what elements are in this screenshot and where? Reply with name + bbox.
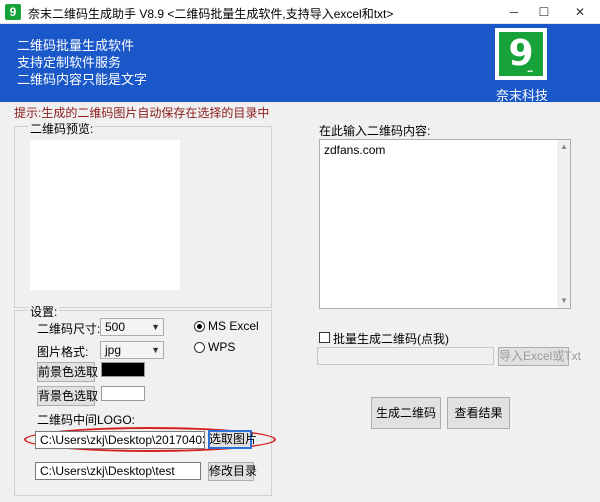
view-results-button[interactable]: 查看结果	[447, 397, 510, 429]
brand-logo-dots: ...	[527, 64, 533, 75]
content-value: zdfans.com	[324, 143, 386, 157]
import-excel-txt-button[interactable]: 导入Excel或Txt	[498, 347, 581, 366]
save-tip: 提示:生成的二维码图片自动保存在选择的目录中	[14, 106, 270, 120]
settings-legend: 设置:	[28, 303, 60, 320]
output-path-input[interactable]: C:\Users\zkj\Desktop\test	[35, 462, 201, 480]
background-color-swatch	[101, 386, 145, 401]
batch-generate-checkbox[interactable]	[319, 332, 330, 343]
radio-wps-label: WPS	[208, 340, 236, 354]
qr-size-value: 500	[105, 320, 126, 334]
preview-label: 二维码预览:	[28, 120, 96, 137]
scroll-up-icon[interactable]: ▲	[558, 141, 570, 153]
image-format-select[interactable]: jpg ▼	[100, 341, 164, 359]
banner-line-3: 二维码内容只能是文字	[17, 72, 148, 87]
generate-qr-button[interactable]: 生成二维码	[371, 397, 441, 429]
app-icon: 9	[5, 4, 21, 20]
radio-ms-excel-label: MS Excel	[208, 319, 259, 333]
content-label: 在此输入二维码内容:	[319, 124, 431, 138]
window-title: 奈末二维码生成助手 V8.9 <二维码批量生成软件,支持导入excel和txt>	[28, 7, 394, 21]
logo-path-input[interactable]: C:\Users\zkj\Desktop\2017040310261	[35, 431, 205, 449]
qr-size-select[interactable]: 500 ▼	[100, 318, 164, 336]
brand-logo-mark: 9	[499, 32, 543, 76]
import-path-input	[317, 347, 494, 365]
content-scrollbar[interactable]	[557, 140, 570, 308]
foreground-color-button[interactable]: 前景色选取	[37, 362, 98, 382]
background-color-button[interactable]: 背景色选取	[37, 386, 98, 406]
batch-generate-label[interactable]: 批量生成二维码(点我)	[333, 330, 449, 347]
foreground-color-swatch	[101, 362, 145, 377]
brand-name: 奈末科技	[496, 88, 549, 103]
radio-wps[interactable]	[194, 342, 205, 353]
scroll-down-icon[interactable]: ▼	[558, 295, 570, 307]
maximize-button[interactable]: ☐	[527, 0, 561, 24]
close-button[interactable]: ✕	[563, 0, 597, 24]
change-directory-button[interactable]: 修改目录	[208, 462, 257, 481]
image-format-label: 图片格式:	[37, 345, 89, 359]
radio-ms-excel[interactable]	[194, 321, 205, 332]
qr-preview	[30, 140, 180, 290]
logo-label: 二维码中间LOGO:	[37, 413, 136, 427]
minimize-button[interactable]: ─	[497, 0, 531, 24]
chevron-down-icon: ▼	[151, 345, 160, 355]
image-format-value: jpg	[105, 343, 122, 357]
content-textarea[interactable]	[319, 139, 571, 309]
qr-size-label: 二维码尺寸:	[37, 322, 101, 336]
choose-image-button[interactable]: 选取图片	[208, 430, 257, 449]
chevron-down-icon: ▼	[151, 322, 160, 332]
